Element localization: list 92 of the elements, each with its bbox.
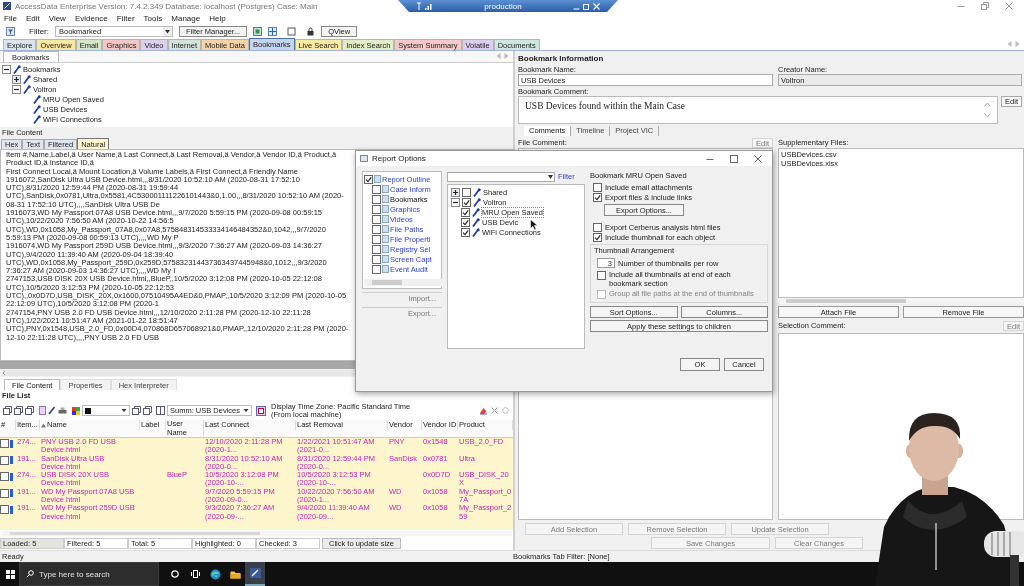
column-icon[interactable]	[156, 406, 165, 416]
checkbox[interactable]	[461, 217, 470, 227]
app-window-icon[interactable]	[249, 568, 261, 578]
close-icon[interactable]	[491, 406, 498, 414]
checkbox[interactable]	[0, 439, 9, 448]
close-icon[interactable]	[1005, 2, 1013, 10]
checkbox[interactable]	[364, 174, 373, 184]
checkbox[interactable]	[593, 192, 602, 202]
menu-item[interactable]: File	[4, 13, 17, 23]
restore-icon[interactable]	[981, 2, 989, 10]
pin-icon	[13, 64, 21, 74]
checkbox[interactable]	[462, 197, 471, 207]
expand-icon[interactable]	[12, 74, 21, 84]
folder-icon[interactable]	[229, 569, 241, 579]
checkbox[interactable]	[0, 505, 9, 515]
browser-icon[interactable]	[209, 568, 221, 580]
dialog-title: Report Options	[372, 154, 426, 163]
checkbox[interactable]	[372, 204, 381, 214]
grid-icon[interactable]	[268, 26, 278, 36]
document-icon[interactable]	[39, 406, 46, 416]
menu-item[interactable]: Evidence	[74, 13, 108, 23]
remote-session-bar[interactable]: production	[398, 0, 618, 12]
sort-icon	[41, 422, 46, 428]
checkbox[interactable]	[0, 488, 9, 498]
collapse-icon[interactable]	[12, 84, 21, 94]
menu-item[interactable]: Filter	[116, 13, 135, 23]
cursor-icon	[530, 219, 538, 230]
lock-icon[interactable]	[306, 26, 316, 36]
menu-item[interactable]: View	[48, 13, 66, 23]
caret-icon	[163, 26, 172, 36]
menu-item[interactable]: Manage	[171, 13, 201, 23]
search-field[interactable]: Type here to search	[19, 562, 159, 586]
checkbox[interactable]	[461, 227, 470, 237]
checkbox[interactable]	[462, 187, 471, 197]
copy-icon[interactable]	[3, 406, 12, 416]
copy-icon[interactable]	[132, 406, 141, 416]
app-icon	[360, 155, 368, 162]
windows-icon[interactable]	[6, 569, 15, 579]
window-title: AccessData Enterprise Version: 7.4.2.349 Database: localhost (Postgres) Case: Main	[15, 1, 318, 11]
left-arrow-icon	[496, 53, 501, 59]
checkbox[interactable]	[597, 271, 606, 280]
checkbox[interactable]	[372, 194, 381, 204]
checkbox[interactable]	[372, 214, 381, 224]
session-title: production	[484, 1, 522, 11]
printer-icon[interactable]	[58, 406, 67, 415]
square-icon[interactable]	[287, 26, 297, 36]
checkbox[interactable]	[0, 455, 9, 465]
pin-icon[interactable]	[48, 406, 56, 416]
search-icon	[26, 570, 34, 578]
filter-label: Filter:	[29, 26, 49, 36]
collapse-icon[interactable]	[451, 197, 460, 207]
maximize-icon[interactable]	[730, 154, 738, 163]
checkbox[interactable]	[372, 234, 381, 244]
restore-icon[interactable]	[583, 2, 590, 10]
caret-icon	[121, 408, 127, 414]
collapse-icon[interactable]	[2, 64, 11, 74]
checkbox[interactable]	[372, 254, 381, 264]
scrollbar[interactable]	[364, 279, 442, 286]
right-arrow-icon	[504, 53, 509, 59]
signal-icon	[425, 2, 433, 10]
menu-item[interactable]: Help	[209, 13, 226, 23]
checkbox[interactable]	[372, 184, 381, 194]
checkbox[interactable]	[372, 264, 381, 274]
checkbox[interactable]	[593, 222, 602, 232]
expand-icon[interactable]	[451, 187, 460, 197]
menu-item[interactable]: Edit	[25, 13, 40, 23]
right-arrow-icon	[1015, 41, 1020, 47]
funnel-icon[interactable]	[6, 26, 15, 36]
panel-title: Bookmark Information	[518, 53, 605, 64]
left-arrow-icon	[1007, 41, 1012, 47]
task-view-icon[interactable]	[190, 570, 200, 578]
eraser-icon[interactable]	[479, 406, 487, 415]
copy-icon[interactable]	[14, 406, 23, 416]
checkbox[interactable]	[372, 224, 381, 234]
close-icon[interactable]	[754, 154, 762, 163]
checkbox[interactable]	[0, 472, 9, 482]
scrollbar[interactable]	[2, 531, 512, 536]
checkbox[interactable]	[593, 232, 602, 242]
square-icon[interactable]	[253, 26, 263, 36]
swatch-icon	[85, 407, 91, 414]
copy-icon[interactable]	[143, 406, 152, 416]
window-icon[interactable]	[25, 406, 34, 416]
checkbox[interactable]	[461, 207, 470, 217]
caret-icon	[547, 173, 554, 180]
color-dropdown[interactable]	[82, 405, 130, 417]
checkbox[interactable]	[593, 182, 602, 192]
checkbox[interactable]	[372, 244, 381, 254]
caret-icon	[243, 408, 250, 414]
palette-icon[interactable]	[72, 406, 80, 415]
pin-icon	[416, 2, 422, 10]
menu-item[interactable]: Tools	[143, 13, 163, 23]
frame-icon[interactable]	[256, 405, 267, 416]
